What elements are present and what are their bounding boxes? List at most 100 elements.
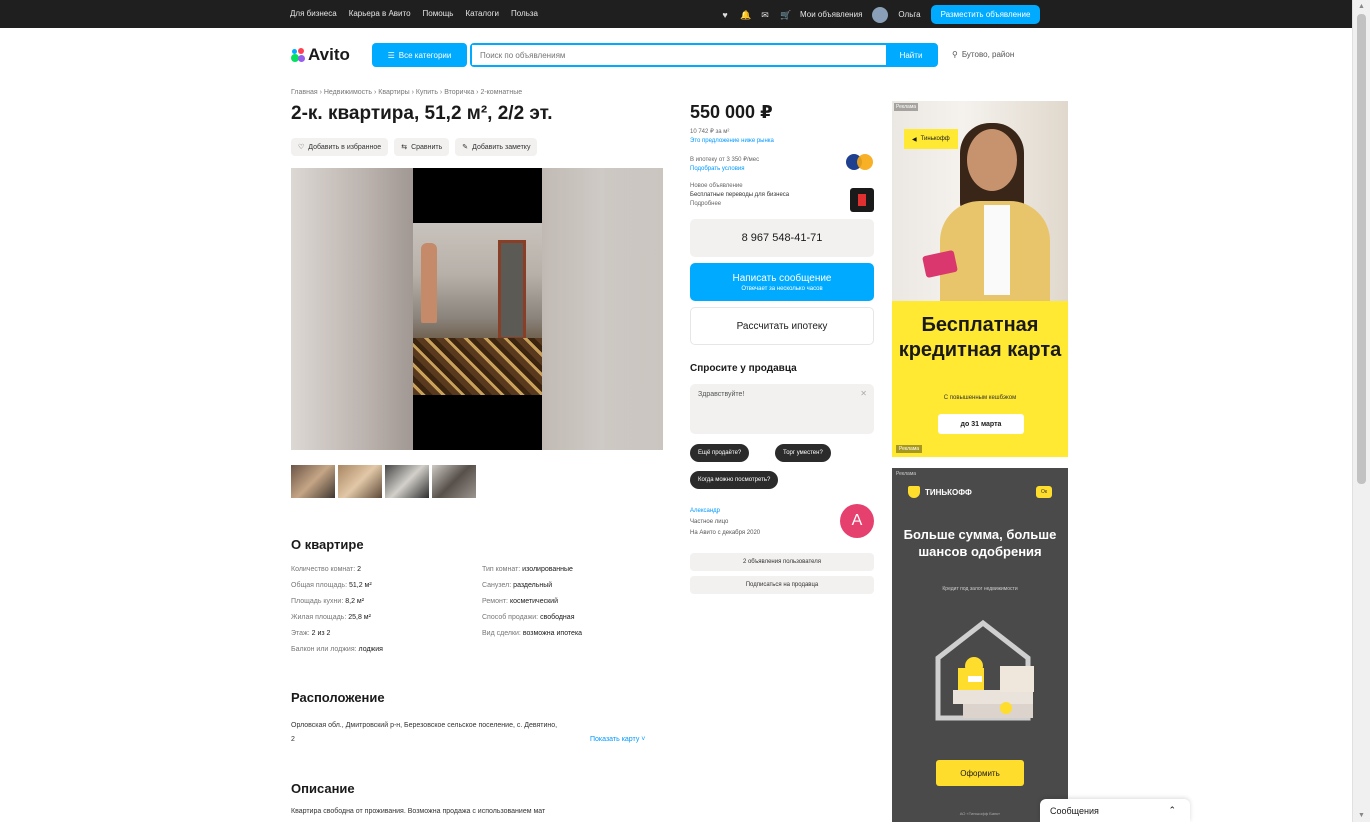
seller-name[interactable]: Александр [690, 506, 760, 517]
house-illustration-icon [935, 619, 1034, 721]
nav-link-business[interactable]: Для бизнеса [290, 9, 337, 18]
ad-subtitle: Кредит под залог недвижимости [942, 586, 1018, 592]
pin-icon: ⚲ [952, 50, 958, 59]
mortgage-offer: В ипотеку от 3 350 ₽/мес Подобрать услов… [690, 156, 759, 174]
nav-link-catalogs[interactable]: Каталоги [465, 9, 499, 18]
param-row: Способ продажи: свободная [482, 610, 582, 626]
post-ad-button[interactable]: Разместить объявление [930, 5, 1041, 24]
top-nav-links: Для бизнеса Карьера в Авито Помощь Катал… [290, 9, 538, 18]
param-label: Способ продажи: [482, 614, 539, 621]
param-value: 25,8 м² [348, 614, 371, 621]
thumbnail[interactable] [385, 465, 429, 498]
calculate-mortgage-button[interactable]: Рассчитать ипотеку [690, 307, 874, 345]
logo-text: Avito [308, 45, 350, 64]
location-selector[interactable]: ⚲ Бутово, район [952, 50, 1014, 59]
quick-question-chip[interactable]: Торг уместен? [775, 444, 831, 462]
my-ads-link[interactable]: Мои объявления [800, 10, 862, 19]
cart-icon[interactable]: 🛒 [780, 10, 791, 20]
location-label: Бутово, район [961, 50, 1015, 59]
ad-woman-shirt [984, 205, 1010, 295]
param-value: 2 из 2 [311, 630, 331, 637]
param-row: Количество комнат: 2 [291, 562, 383, 578]
param-row: Вид сделки: возможна ипотека [482, 626, 582, 642]
ad-banner-loan[interactable]: Реклама ТИНЬКОФФ Ок Больше сумма, больше… [892, 468, 1068, 822]
user-name[interactable]: Ольга [898, 10, 920, 19]
compare-button[interactable]: ⇆ Сравнить [394, 138, 450, 156]
ad-headline: Бесплатная кредитная карта [898, 314, 1062, 361]
mortgage-offer-link[interactable]: Подобрать условия [690, 165, 759, 174]
chevron-up-icon[interactable]: ⌃ [1168, 805, 1176, 816]
scroll-down-icon[interactable]: ▼ [1358, 812, 1365, 819]
photo-gallery[interactable] [291, 168, 663, 450]
messages-popup[interactable]: Сообщения ⌃ [1040, 799, 1190, 822]
param-label: Жилая площадь: [291, 614, 347, 621]
chat-icon[interactable]: ✉ [760, 10, 770, 20]
thumbnail[interactable] [338, 465, 382, 498]
categories-label: Все категории [398, 50, 452, 60]
mortgage-offer-text: В ипотеку от 3 350 ₽/мес [690, 157, 760, 163]
price-details: 10 742 ₽ за м² Это предложение ниже рынк… [690, 128, 774, 146]
param-row: Балкон или лоджия: лоджия [291, 642, 383, 658]
note-label: Добавить заметку [472, 143, 531, 151]
page-scrollbar[interactable]: ▲ ▼ [1352, 0, 1370, 822]
ask-seller-input[interactable]: Здравствуйте! ✕ [690, 384, 874, 434]
ask-seller-heading: Спросите у продавца [690, 363, 797, 374]
seller-avatar[interactable]: А [840, 504, 874, 538]
ad-cta-button[interactable]: Оформить [936, 760, 1024, 786]
subscribe-seller-button[interactable]: Подписаться на продавца [690, 576, 874, 594]
param-value: 8,2 м² [345, 598, 365, 605]
thumbnail[interactable] [291, 465, 335, 498]
scrollbar-thumb[interactable] [1357, 14, 1366, 484]
quick-question-chip[interactable]: Ещё продаёте? [690, 444, 750, 462]
quick-question-chip[interactable]: Когда можно посмотреть? [690, 471, 779, 489]
nav-link-help[interactable]: Помощь [423, 9, 454, 18]
all-categories-button[interactable]: ☰ Все категории [372, 43, 467, 67]
param-label: Ремонт: [482, 598, 508, 605]
param-label: Тип комнат: [482, 566, 521, 573]
tinkoff-shield-icon [908, 486, 920, 498]
search-input[interactable] [472, 45, 886, 65]
ad-cta-button[interactable]: до 31 марта [938, 414, 1024, 434]
service-label: Новое объявление [690, 183, 743, 189]
avito-logo[interactable]: Avito [291, 45, 350, 65]
param-value: 51,2 м² [348, 582, 372, 589]
breadcrumb[interactable]: Главная › Недвижимость › Квартиры › Купи… [291, 89, 522, 96]
seller-ads-button[interactable]: 2 объявления пользователя [690, 553, 874, 571]
ad-banner-credit-card[interactable]: ◀ Тинькофф Реклама Бесплатная кредитная к… [892, 101, 1068, 457]
user-avatar[interactable] [872, 6, 889, 23]
service-logo-icon [850, 188, 874, 212]
heart-icon[interactable]: ♥ [720, 10, 730, 20]
ad-tag: Реклама [896, 471, 917, 477]
seller-since: На Авито с декабря 2020 [690, 530, 761, 536]
service-sub[interactable]: Подробнее [690, 200, 789, 209]
compare-label: Сравнить [411, 143, 443, 151]
nav-link-benefit[interactable]: Польза [511, 9, 538, 18]
param-value: раздельный [513, 582, 553, 589]
photo-carpet [413, 338, 542, 395]
show-phone-button[interactable]: 8 967 548-41-71 [690, 219, 874, 257]
bell-icon[interactable]: 🔔 [740, 10, 751, 20]
add-note-button[interactable]: ✎ Добавить заметку [455, 138, 538, 156]
avito-logo-icon [291, 48, 305, 62]
param-row: Площадь кухни: 8,2 м² [291, 594, 383, 610]
write-message-button[interactable]: Написать сообщение Отвечает за несколько… [690, 263, 874, 301]
main-photo[interactable] [413, 168, 542, 450]
add-to-favorites-button[interactable]: ♡ Добавить в избранное [291, 138, 389, 156]
scroll-up-icon[interactable]: ▲ [1358, 3, 1365, 10]
ad-tag-bottom: Реклама [896, 445, 923, 453]
close-icon[interactable]: ✕ [860, 389, 867, 398]
note-icon: ✎ [462, 144, 469, 151]
price-market-link[interactable]: Это предложение ниже рынка [690, 137, 774, 146]
write-message-sub: Отвечает за несколько часов [741, 285, 823, 292]
nav-link-career[interactable]: Карьера в Авито [349, 9, 411, 18]
top-nav-bar: Для бизнеса Карьера в Авито Помощь Катал… [0, 0, 1352, 28]
search-bar: Найти [470, 43, 938, 67]
param-value: изолированные [522, 566, 573, 573]
param-value: лоджия [358, 646, 383, 653]
ad-subtitle: С повышенным кешбэком [943, 395, 1017, 401]
show-map-link[interactable]: Показать карту ˅ [590, 736, 645, 743]
search-button[interactable]: Найти [886, 45, 936, 65]
thumbnail[interactable] [432, 465, 476, 498]
heart-outline-icon: ♡ [298, 144, 305, 151]
param-row: Общая площадь: 51,2 м² [291, 578, 383, 594]
